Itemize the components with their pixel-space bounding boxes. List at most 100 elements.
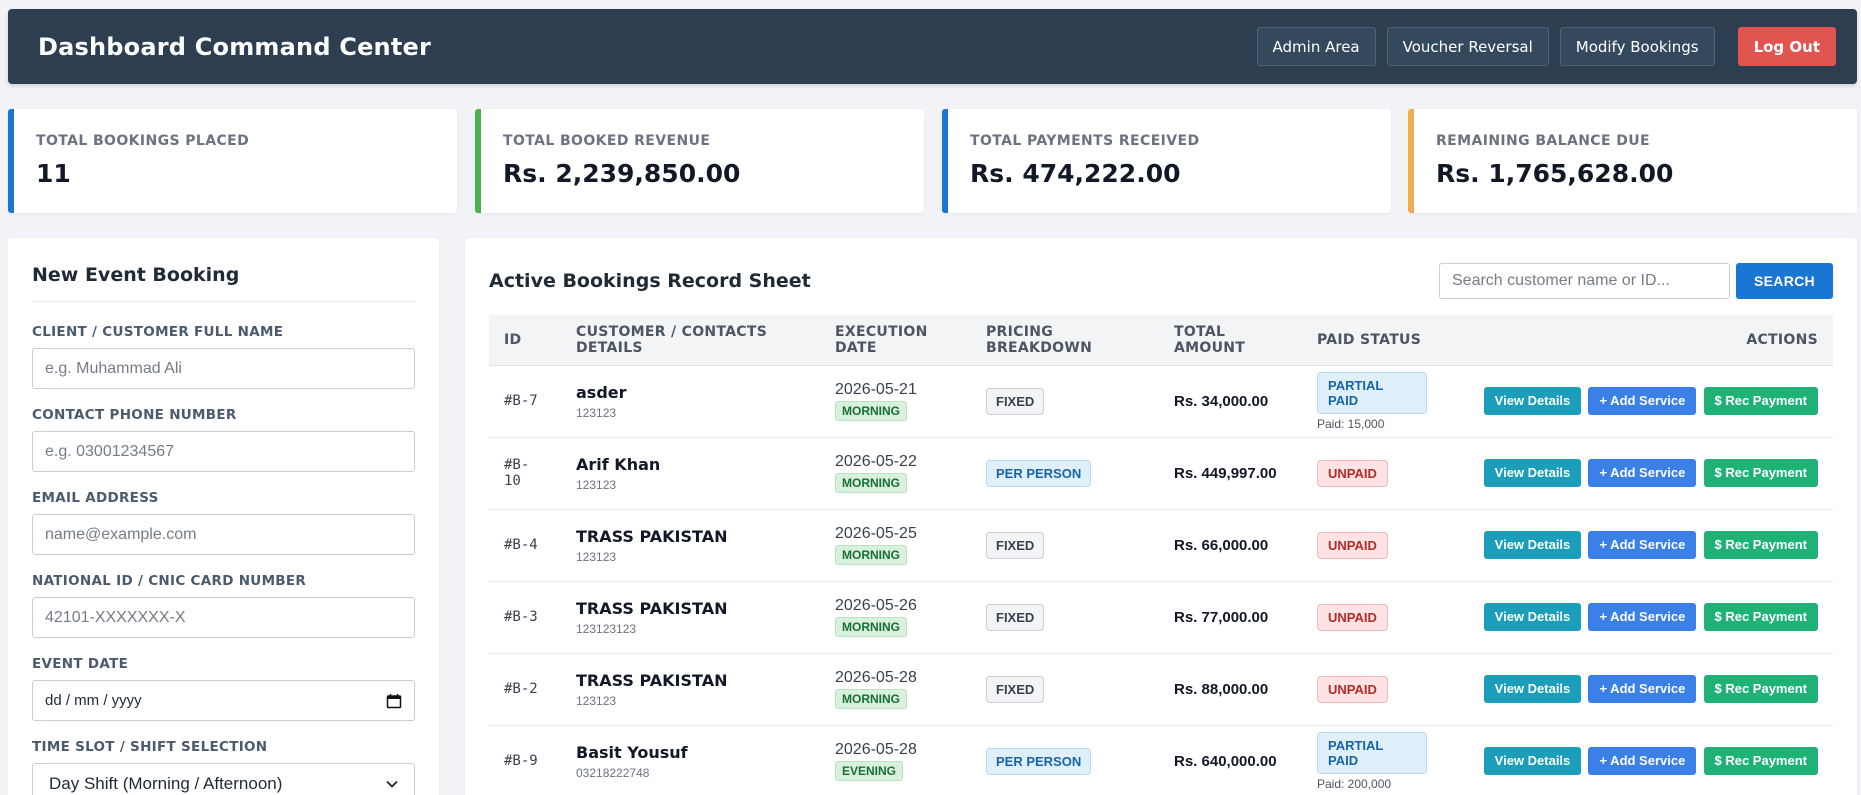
bookings-table: ID CUSTOMER / CONTACTS DETAILS EXECUTION… xyxy=(489,315,1833,795)
customer-name: asder xyxy=(576,382,627,402)
stat-label: TOTAL BOOKINGS PLACED xyxy=(36,133,250,149)
status-badge: UNPAID xyxy=(1317,531,1388,559)
view-details-button[interactable]: View Details xyxy=(1483,459,1582,487)
actions-cell: View Details + Add Service $ Rec Payment xyxy=(1442,653,1833,725)
execution-date: 2026-05-28 xyxy=(835,669,917,686)
chevron-down-icon xyxy=(386,780,398,788)
page-title: Dashboard Command Center xyxy=(38,32,432,61)
shift-badge: EVENING xyxy=(835,761,904,781)
customer-cell: Arif Khan 123123 xyxy=(561,437,820,509)
status-cell: UNPAID xyxy=(1302,653,1442,725)
add-service-button[interactable]: + Add Service xyxy=(1588,387,1697,415)
stat-label: TOTAL PAYMENTS RECEIVED xyxy=(970,133,1200,149)
pricing-badge: FIXED xyxy=(986,531,1045,559)
admin-area-button[interactable]: Admin Area xyxy=(1256,27,1376,66)
pricing-cell: FIXED xyxy=(971,509,1159,581)
record-payment-button[interactable]: $ Rec Payment xyxy=(1703,675,1818,703)
column-header-actions: ACTIONS xyxy=(1746,331,1818,348)
add-service-button[interactable]: + Add Service xyxy=(1588,603,1697,631)
column-header-amount: TOTAL AMOUNT xyxy=(1174,323,1246,356)
status-cell: PARTIAL PAID Paid: 200,000 xyxy=(1302,725,1442,795)
add-service-button[interactable]: + Add Service xyxy=(1588,531,1697,559)
customer-phone: 123123 xyxy=(576,405,617,420)
event-date-input[interactable]: dd / mm / yyyy xyxy=(32,680,415,721)
customer-name: TRASS PAKISTAN xyxy=(576,598,728,618)
table-row: #B-7 asder 123123 2026-05-21 MORNING FIX… xyxy=(489,365,1833,437)
paid-amount-note: Paid: 15,000 xyxy=(1317,416,1385,431)
phone-field: CONTACT PHONE NUMBER e.g. 03001234567 xyxy=(32,407,415,472)
pricing-cell: PER PERSON xyxy=(971,437,1159,509)
record-payment-button[interactable]: $ Rec Payment xyxy=(1703,747,1818,775)
add-service-button[interactable]: + Add Service xyxy=(1588,675,1697,703)
pricing-cell: FIXED xyxy=(971,365,1159,437)
email-input[interactable]: name@example.com xyxy=(32,514,415,555)
customer-phone: 03218222748 xyxy=(576,765,650,780)
stat-card-total-bookings: TOTAL BOOKINGS PLACED 11 xyxy=(8,109,457,213)
total-amount: Rs. 34,000.00 xyxy=(1174,392,1269,410)
calendar-icon[interactable] xyxy=(386,693,402,709)
customer-phone: 123123123 xyxy=(576,621,637,636)
table-row: #B-10 Arif Khan 123123 2026-05-22 MORNIN… xyxy=(489,437,1833,509)
status-badge: UNPAID xyxy=(1317,459,1388,487)
view-details-button[interactable]: View Details xyxy=(1483,603,1582,631)
add-service-button[interactable]: + Add Service xyxy=(1588,747,1697,775)
view-details-button[interactable]: View Details xyxy=(1483,531,1582,559)
record-payment-button[interactable]: $ Rec Payment xyxy=(1703,531,1818,559)
field-label: NATIONAL ID / CNIC CARD NUMBER xyxy=(32,573,307,589)
pricing-cell: PER PERSON xyxy=(971,725,1159,795)
shift-badge: MORNING xyxy=(835,617,907,637)
logout-button[interactable]: Log Out xyxy=(1737,27,1836,66)
stat-value: Rs. 2,239,850.00 xyxy=(503,159,741,188)
voucher-reversal-button[interactable]: Voucher Reversal xyxy=(1386,27,1549,66)
date-cell: 2026-05-28 MORNING xyxy=(820,653,971,725)
shift-select[interactable]: Day Shift (Morning / Afternoon) xyxy=(32,763,415,795)
booking-id: #B-4 xyxy=(504,537,538,553)
table-header-row: ID CUSTOMER / CONTACTS DETAILS EXECUTION… xyxy=(489,315,1833,365)
date-cell: 2026-05-21 MORNING xyxy=(820,365,971,437)
search-input[interactable]: Search customer name or ID... xyxy=(1439,263,1730,299)
view-details-button[interactable]: View Details xyxy=(1483,747,1582,775)
booking-id: #B-7 xyxy=(504,393,538,409)
view-details-button[interactable]: View Details xyxy=(1483,387,1582,415)
customer-name-field: CLIENT / CUSTOMER FULL NAME e.g. Muhamma… xyxy=(32,324,415,389)
field-label: CLIENT / CUSTOMER FULL NAME xyxy=(32,324,284,340)
total-amount: Rs. 449,997.00 xyxy=(1174,464,1277,482)
paid-amount-note: Paid: 200,000 xyxy=(1317,776,1392,791)
status-cell: UNPAID xyxy=(1302,581,1442,653)
customer-name: TRASS PAKISTAN xyxy=(576,670,728,690)
shift-badge: MORNING xyxy=(835,473,907,493)
shift-badge: MORNING xyxy=(835,689,907,709)
column-header-status: PAID STATUS xyxy=(1317,331,1422,348)
table-row: #B-9 Basit Yousuf 03218222748 2026-05-28… xyxy=(489,725,1833,795)
search-button[interactable]: SEARCH xyxy=(1736,263,1833,299)
record-payment-button[interactable]: $ Rec Payment xyxy=(1703,387,1818,415)
date-cell: 2026-05-22 MORNING xyxy=(820,437,971,509)
cnic-input[interactable]: 42101-XXXXXXX-X xyxy=(32,597,415,638)
view-details-button[interactable]: View Details xyxy=(1483,675,1582,703)
actions-cell: View Details + Add Service $ Rec Payment xyxy=(1442,581,1833,653)
customer-cell: TRASS PAKISTAN 123123 xyxy=(561,509,820,581)
customer-name-input[interactable]: e.g. Muhammad Ali xyxy=(32,348,415,389)
customer-cell: TRASS PAKISTAN 123123123 xyxy=(561,581,820,653)
date-cell: 2026-05-26 MORNING xyxy=(820,581,971,653)
column-header-pricing: PRICING BREAKDOWN xyxy=(986,323,1093,356)
actions-cell: View Details + Add Service $ Rec Payment xyxy=(1442,365,1833,437)
total-amount: Rs. 66,000.00 xyxy=(1174,536,1269,554)
table-row: #B-3 TRASS PAKISTAN 123123123 2026-05-26… xyxy=(489,581,1833,653)
record-payment-button[interactable]: $ Rec Payment xyxy=(1703,603,1818,631)
top-header: Dashboard Command Center Admin Area Vouc… xyxy=(8,9,1857,84)
customer-phone: 123123 xyxy=(576,693,617,708)
date-cell: 2026-05-25 MORNING xyxy=(820,509,971,581)
record-payment-button[interactable]: $ Rec Payment xyxy=(1703,459,1818,487)
shift-field: TIME SLOT / SHIFT SELECTION Day Shift (M… xyxy=(32,739,415,795)
customer-cell: Basit Yousuf 03218222748 xyxy=(561,725,820,795)
field-label: EMAIL ADDRESS xyxy=(32,490,159,506)
field-label: TIME SLOT / SHIFT SELECTION xyxy=(32,739,268,755)
shift-badge: MORNING xyxy=(835,401,907,421)
bookings-panel: Active Bookings Record Sheet Search cust… xyxy=(465,238,1857,795)
modify-bookings-button[interactable]: Modify Bookings xyxy=(1559,27,1715,66)
add-service-button[interactable]: + Add Service xyxy=(1588,459,1697,487)
pricing-cell: FIXED xyxy=(971,653,1159,725)
status-badge: UNPAID xyxy=(1317,675,1388,703)
phone-input[interactable]: e.g. 03001234567 xyxy=(32,431,415,472)
